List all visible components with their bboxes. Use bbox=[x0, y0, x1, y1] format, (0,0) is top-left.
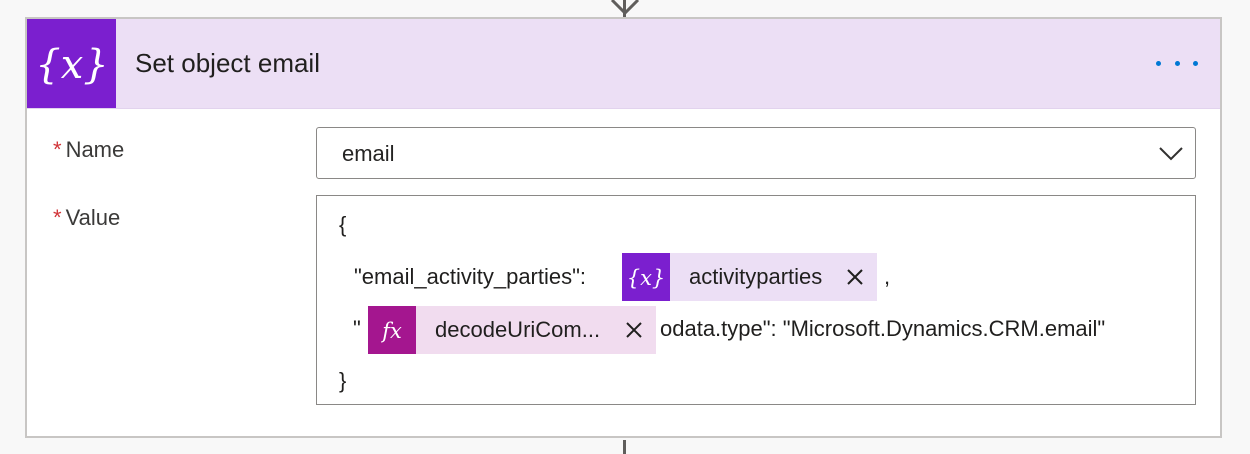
fx-expression-icon: fx bbox=[368, 306, 416, 354]
variable-curly-x-icon: {𝑥} bbox=[622, 253, 670, 301]
code-line-open-brace: { bbox=[339, 212, 347, 237]
connector-line-bottom bbox=[623, 440, 626, 454]
name-field-label: * Name bbox=[53, 137, 124, 163]
name-dropdown[interactable]: email bbox=[316, 127, 1196, 179]
variable-curly-x-icon: {𝑥} bbox=[27, 19, 116, 108]
name-label-text: Name bbox=[65, 137, 125, 162]
code-line-comma: , bbox=[884, 264, 891, 289]
code-line-close-brace: } bbox=[339, 368, 347, 393]
expression-token-decodeuricomponent[interactable]: fx decodeUriCom... bbox=[368, 306, 656, 354]
action-title[interactable]: Set object email bbox=[135, 19, 320, 108]
svg-text:fx: fx bbox=[380, 319, 402, 343]
value-expression-editor[interactable]: { "email_activity_parties": {𝑥} activity… bbox=[316, 195, 1196, 405]
dynamic-content-token-activityparties[interactable]: {𝑥} activityparties bbox=[622, 253, 877, 301]
value-label-text: Value bbox=[65, 205, 121, 230]
code-line-quote: " bbox=[353, 316, 361, 341]
svg-text:{𝑥}: {𝑥} bbox=[627, 266, 666, 290]
required-marker: * bbox=[53, 137, 62, 162]
code-line-odata-type: odata.type": "Microsoft.Dynamics.CRM.ema… bbox=[660, 316, 1106, 341]
required-marker: * bbox=[53, 205, 62, 230]
action-card-set-variable: {𝑥} Set object email * Name email * Value … bbox=[25, 17, 1222, 438]
more-horizontal-icon bbox=[1156, 60, 1161, 66]
remove-token-close-icon[interactable] bbox=[624, 320, 644, 340]
more-options-button[interactable] bbox=[1156, 53, 1198, 73]
action-card-header[interactable]: {𝑥} Set object email bbox=[27, 19, 1220, 109]
remove-token-close-icon[interactable] bbox=[845, 267, 865, 287]
chevron-down-icon bbox=[1159, 147, 1183, 161]
token-label: decodeUriCom... bbox=[435, 317, 601, 342]
name-dropdown-value: email bbox=[342, 141, 395, 166]
value-field-label: * Value bbox=[53, 205, 120, 231]
token-label: activityparties bbox=[689, 264, 823, 289]
code-line-email-activity-parties-key: "email_activity_parties": bbox=[354, 264, 587, 289]
svg-text:{𝑥}: {𝑥} bbox=[38, 42, 106, 88]
